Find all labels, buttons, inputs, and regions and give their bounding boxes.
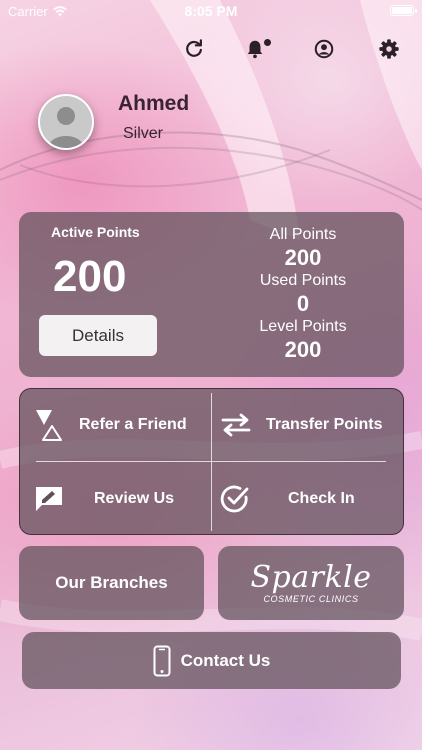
gear-icon[interactable] [378, 38, 400, 60]
user-placeholder-icon [40, 96, 92, 148]
status-time: 8:05 PM [184, 3, 238, 19]
our-branches-button[interactable]: Our Branches [19, 546, 204, 620]
refer-friend-icon [36, 410, 62, 441]
profile-icon[interactable] [313, 38, 335, 60]
user-name: Ahmed [118, 92, 190, 115]
refresh-icon[interactable] [183, 38, 205, 60]
battery-icon [390, 5, 417, 16]
all-points-stat: All Points 200 [228, 225, 378, 271]
top-toolbar [0, 38, 422, 62]
sparkle-logo-subtitle: COSMETIC CLINICS [263, 593, 359, 604]
review-icon [36, 487, 62, 511]
check-in-button[interactable]: Check In [220, 469, 400, 529]
used-points-label: Used Points [259, 272, 347, 289]
review-us-button[interactable]: Review Us [34, 469, 210, 529]
refer-friend-label: Refer a Friend [79, 416, 187, 433]
level-points-value: 200 [284, 337, 322, 362]
bell-icon[interactable] [244, 38, 266, 60]
contact-us-button[interactable]: Contact Us [22, 632, 401, 689]
refer-friend-button[interactable]: Refer a Friend [34, 395, 210, 455]
notification-dot [264, 39, 271, 46]
user-tier: Silver [123, 125, 164, 142]
actions-card: Refer a Friend Transfer Points Review Us… [19, 388, 404, 535]
used-points-value: 0 [296, 291, 310, 316]
avatar[interactable] [38, 94, 94, 150]
active-points-value: 200 [53, 252, 127, 301]
phone-icon [153, 645, 171, 676]
divider-vertical [211, 393, 212, 531]
level-points-stat: Level Points 200 [228, 317, 378, 363]
all-points-value: 200 [284, 245, 322, 270]
active-points-label: Active Points [51, 224, 140, 240]
check-in-label: Check In [288, 490, 355, 507]
check-circle-icon [220, 485, 249, 513]
status-bar: Carrier 8:05 PM [0, 0, 422, 22]
used-points-stat: Used Points 0 [228, 271, 378, 317]
level-points-label: Level Points [259, 318, 347, 335]
sparkle-logo-script: Sparkle [250, 559, 372, 595]
our-branches-label: Our Branches [55, 573, 168, 592]
sparkle-logo-card[interactable]: Sparkle COSMETIC CLINICS [218, 546, 404, 620]
transfer-points-button[interactable]: Transfer Points [220, 395, 400, 455]
contact-us-label: Contact Us [180, 650, 271, 670]
divider-horizontal [36, 461, 386, 462]
all-points-label: All Points [269, 226, 337, 243]
details-button[interactable]: Details [39, 315, 157, 356]
review-us-label: Review Us [94, 490, 175, 507]
transfer-points-label: Transfer Points [266, 416, 383, 433]
points-card: Active Points 200 Details All Points 200… [19, 212, 404, 377]
transfer-arrows-icon [221, 413, 251, 437]
